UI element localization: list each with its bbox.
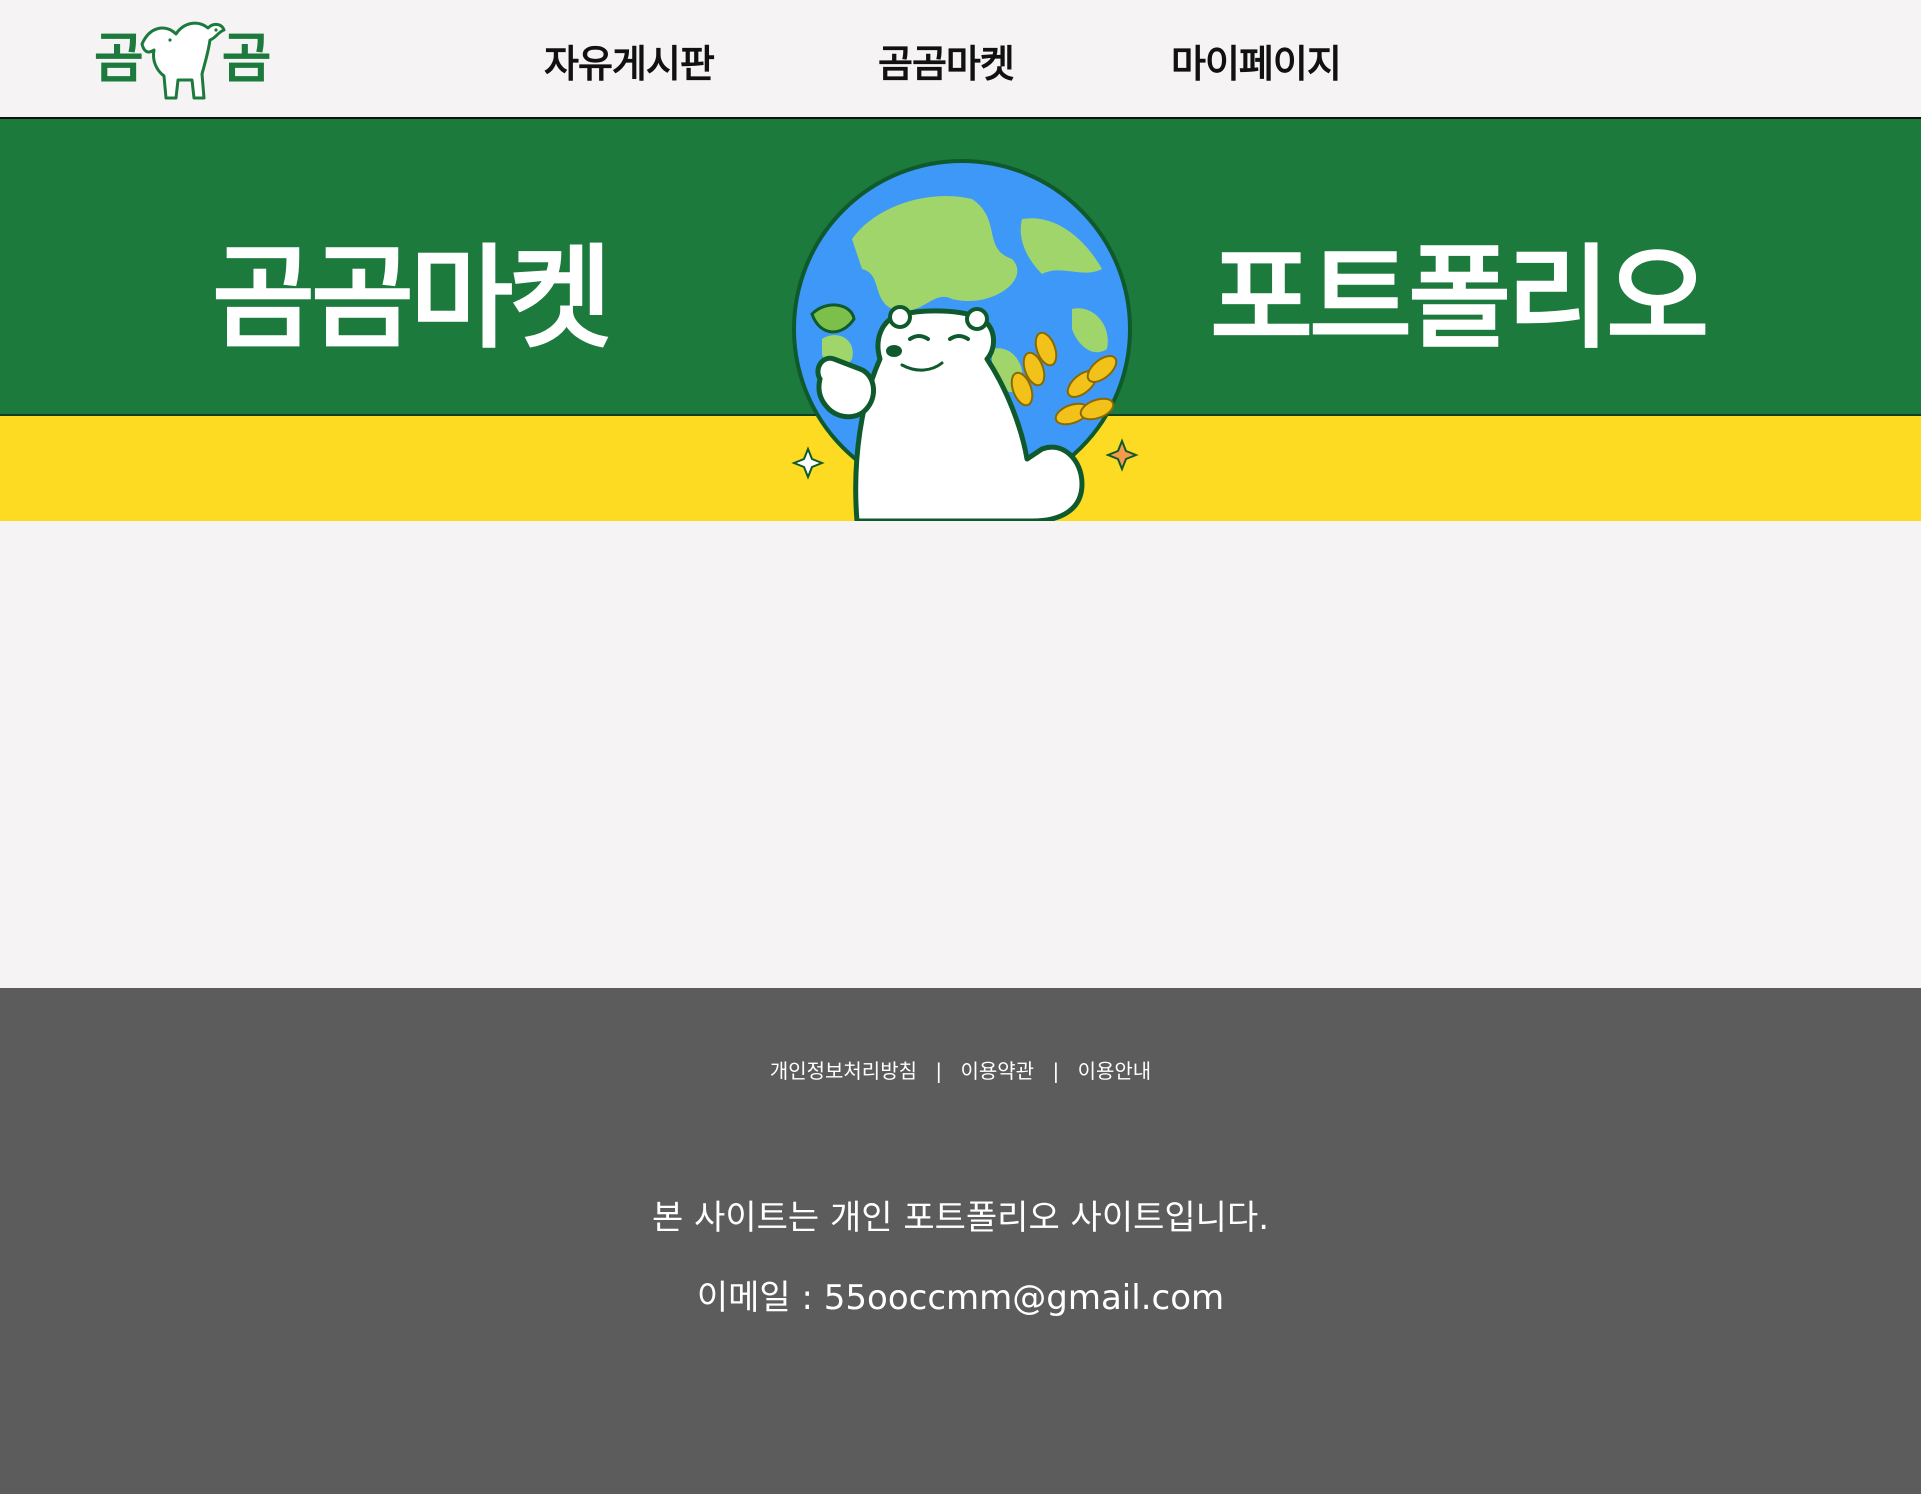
logo-text-left: 곰 [94, 27, 144, 90]
footer-links: 개인정보처리방침 | 이용약관 | 이용안내 [0, 1055, 1921, 1084]
footer-notice: 본 사이트는 개인 포트폴리오 사이트입니다. [651, 1198, 1270, 1238]
earth-bear-illustration [791, 159, 1139, 521]
nav-my-page[interactable]: 마이페이지 [1171, 40, 1342, 88]
nav-gomgom-market[interactable]: 곰곰마켓 [878, 40, 1015, 88]
footer-link-privacy[interactable]: 개인정보처리방침 [770, 1059, 917, 1083]
banner-title-right: 포트폴리오 [1210, 234, 1709, 364]
footer-email: 이메일 : 55ooccmm@gmail.com [696, 1278, 1225, 1318]
footer-separator: | [1052, 1059, 1060, 1083]
footer-link-terms[interactable]: 이용약관 [960, 1059, 1034, 1083]
site-footer: 개인정보처리방침 | 이용약관 | 이용안내 본 사이트는 개인 포트폴리오 사… [0, 988, 1921, 1494]
footer-link-guide[interactable]: 이용안내 [1078, 1059, 1152, 1083]
polar-bear-logo-icon [140, 21, 226, 100]
banner-title-left: 곰곰마켓 [212, 234, 612, 364]
site-logo[interactable]: 곰 곰 [94, 14, 318, 104]
footer-separator: | [935, 1059, 943, 1083]
nav-free-board[interactable]: 자유게시판 [544, 40, 715, 88]
hero-banner: 곰곰마켓 포트폴리오 [0, 119, 1921, 521]
main-content [0, 521, 1921, 988]
site-header: 곰 곰 자유게시판 곰곰마켓 마이페이지 [0, 0, 1921, 119]
logo-text-right: 곰 [221, 27, 272, 90]
